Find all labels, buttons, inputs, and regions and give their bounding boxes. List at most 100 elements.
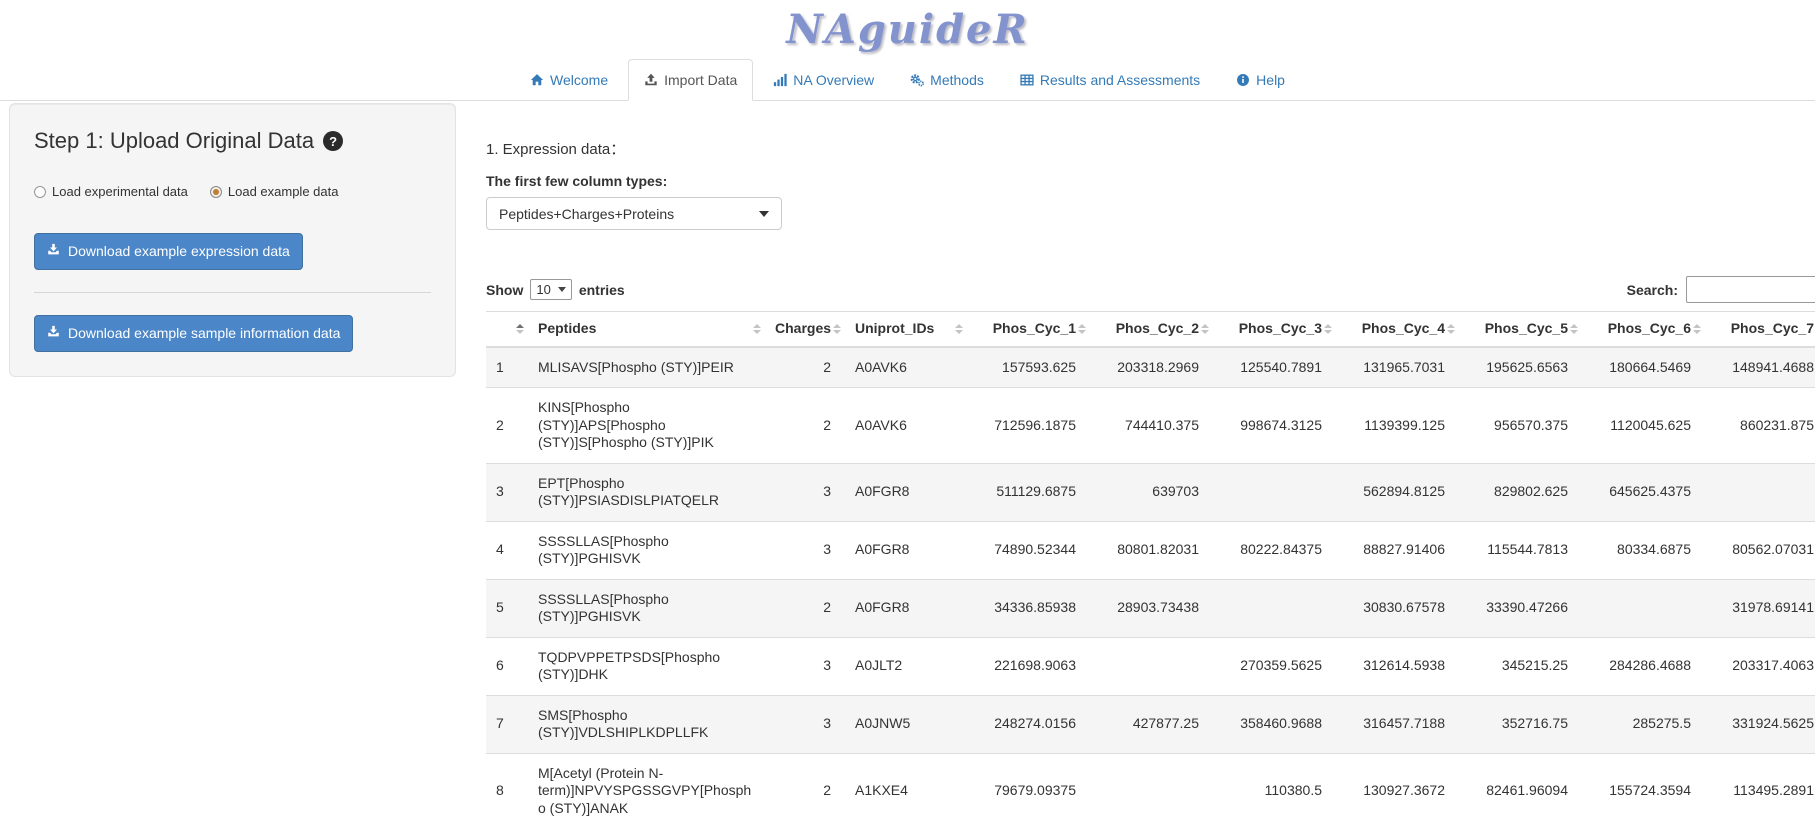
content-area: Step 1: Upload Original Data Load experi… <box>0 101 1815 826</box>
column-header-phos-cyc-7[interactable]: Phos_Cyc_7 <box>1705 312 1815 347</box>
main-panel: 1. Expression data： The first few column… <box>486 101 1815 826</box>
charge-cell: 3 <box>765 695 845 753</box>
value-cell: 712596.1875 <box>967 388 1090 464</box>
value-cell: 203317.4063 <box>1705 637 1815 695</box>
column-header-label: Peptides <box>538 320 596 336</box>
row-index-cell: 2 <box>486 388 528 464</box>
info-icon <box>1236 73 1250 87</box>
chevron-down-icon <box>759 211 769 217</box>
data-source-radios: Load experimental data Load example data <box>34 184 431 199</box>
table-body: 1MLISAVS[Phospho (STY)]PEIR2A0AVK6157593… <box>486 347 1815 826</box>
row-index-cell: 4 <box>486 521 528 579</box>
sort-icon <box>1201 324 1209 334</box>
value-cell: 131965.7031 <box>1336 347 1459 388</box>
divider <box>34 292 431 293</box>
table-row: 2KINS[Phospho (STY)]APS[Phospho (STY)]S[… <box>486 388 1815 464</box>
question-circle-icon[interactable] <box>323 131 343 151</box>
column-header-phos-cyc-6[interactable]: Phos_Cyc_6 <box>1582 312 1705 347</box>
value-cell: 88827.91406 <box>1336 521 1459 579</box>
table-header-row: Peptides Charges Uniprot_IDs Phos_C <box>486 312 1815 347</box>
tab-welcome[interactable]: Welcome <box>514 59 624 101</box>
value-cell: 80801.82031 <box>1090 521 1213 579</box>
value-cell: 113495.2891 <box>1705 753 1815 826</box>
charge-cell: 3 <box>765 463 845 521</box>
page-length-value: 10 <box>536 282 550 297</box>
uniprot-cell: A1KXE4 <box>845 753 967 826</box>
search-input[interactable] <box>1686 276 1815 303</box>
uniprot-cell: A0FGR8 <box>845 521 967 579</box>
value-cell: 285275.5 <box>1582 695 1705 753</box>
column-header-index[interactable] <box>486 312 528 347</box>
value-cell: 130927.3672 <box>1336 753 1459 826</box>
download-sample-info-button[interactable]: Download example sample information data <box>34 315 353 352</box>
entries-label: entries <box>579 282 625 298</box>
value-cell: 312614.5938 <box>1336 637 1459 695</box>
tab-na-overview[interactable]: NA Overview <box>757 59 890 101</box>
value-cell: 358460.9688 <box>1213 695 1336 753</box>
button-label: Download example sample information data <box>68 325 340 342</box>
sort-icon <box>1570 324 1578 334</box>
column-header-phos-cyc-4[interactable]: Phos_Cyc_4 <box>1336 312 1459 347</box>
radio-load-example-data[interactable]: Load example data <box>210 184 339 199</box>
expression-data-title: 1. Expression data： <box>486 141 1815 159</box>
value-cell: 352716.75 <box>1459 695 1582 753</box>
search-label: Search: <box>1627 282 1678 298</box>
value-cell: 155724.3594 <box>1582 753 1705 826</box>
column-header-label: Phos_Cyc_5 <box>1485 320 1568 336</box>
row-index-cell: 1 <box>486 347 528 388</box>
table-row: 7SMS[Phospho (STY)]VDLSHIPLKDPLLFK3A0JNW… <box>486 695 1815 753</box>
radio-load-experimental-data[interactable]: Load experimental data <box>34 184 188 199</box>
column-header-label: Uniprot_IDs <box>855 320 934 336</box>
tab-label: Results and Assessments <box>1040 70 1200 90</box>
table-row: 6TQDPVPPETPSDS[Phospho (STY)]DHK3A0JLT22… <box>486 637 1815 695</box>
column-header-charges[interactable]: Charges <box>765 312 845 347</box>
tab-help[interactable]: Help <box>1220 59 1301 101</box>
column-header-peptides[interactable]: Peptides <box>528 312 765 347</box>
page-length-select[interactable]: 10 <box>530 279 571 300</box>
value-cell: 427877.25 <box>1090 695 1213 753</box>
column-header-label: Phos_Cyc_3 <box>1239 320 1322 336</box>
download-icon <box>47 325 60 342</box>
sort-icon <box>1324 324 1332 334</box>
value-cell: 511129.6875 <box>967 463 1090 521</box>
value-cell: 1139399.125 <box>1336 388 1459 464</box>
value-cell: 34336.85938 <box>967 579 1090 637</box>
value-cell: 125540.7891 <box>1213 347 1336 388</box>
value-cell: 157593.625 <box>967 347 1090 388</box>
peptide-cell: SSSSLLAS[Phospho (STY)]PGHISVK <box>528 579 765 637</box>
value-cell <box>1705 463 1815 521</box>
table-row: 5SSSSLLAS[Phospho (STY)]PGHISVK2A0FGR834… <box>486 579 1815 637</box>
tab-label: Methods <box>930 70 984 90</box>
column-header-uniprot-ids[interactable]: Uniprot_IDs <box>845 312 967 347</box>
uniprot-cell: A0JLT2 <box>845 637 967 695</box>
value-cell: 80562.07031 <box>1705 521 1815 579</box>
column-header-label: Phos_Cyc_1 <box>993 320 1076 336</box>
value-cell <box>1090 637 1213 695</box>
column-header-phos-cyc-1[interactable]: Phos_Cyc_1 <box>967 312 1090 347</box>
tab-import-data[interactable]: Import Data <box>628 59 753 101</box>
download-icon <box>47 243 60 260</box>
value-cell: 829802.625 <box>1459 463 1582 521</box>
value-cell: 148941.4688 <box>1705 347 1815 388</box>
value-cell: 744410.375 <box>1090 388 1213 464</box>
value-cell: 203318.2969 <box>1090 347 1213 388</box>
expression-data-table: Peptides Charges Uniprot_IDs Phos_C <box>486 311 1815 826</box>
column-types-select[interactable]: Peptides+Charges+Proteins <box>486 197 782 230</box>
sort-icon <box>516 324 524 334</box>
value-cell: 860231.875 <box>1705 388 1815 464</box>
tab-methods[interactable]: Methods <box>894 59 1000 101</box>
tab-results-assessments[interactable]: Results and Assessments <box>1004 59 1216 101</box>
column-header-phos-cyc-3[interactable]: Phos_Cyc_3 <box>1213 312 1336 347</box>
value-cell: 248274.0156 <box>967 695 1090 753</box>
row-index-cell: 6 <box>486 637 528 695</box>
charge-cell: 3 <box>765 521 845 579</box>
value-cell: 80222.84375 <box>1213 521 1336 579</box>
download-expression-data-button[interactable]: Download example expression data <box>34 233 303 270</box>
value-cell: 80334.6875 <box>1582 521 1705 579</box>
charge-cell: 2 <box>765 579 845 637</box>
peptide-cell: TQDPVPPETPSDS[Phospho (STY)]DHK <box>528 637 765 695</box>
value-cell <box>1582 579 1705 637</box>
row-index-cell: 7 <box>486 695 528 753</box>
column-header-phos-cyc-5[interactable]: Phos_Cyc_5 <box>1459 312 1582 347</box>
column-header-phos-cyc-2[interactable]: Phos_Cyc_2 <box>1090 312 1213 347</box>
